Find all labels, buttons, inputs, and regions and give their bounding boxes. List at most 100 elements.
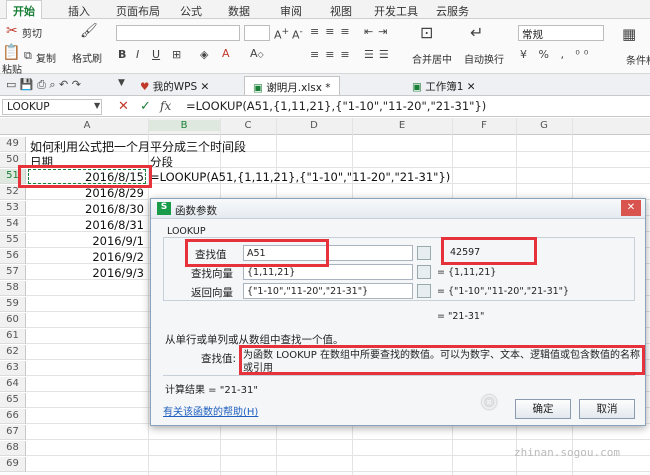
- date-cell[interactable]: 2016/8/30: [30, 202, 144, 216]
- dialog-title: 函数参数: [175, 205, 217, 217]
- row-header[interactable]: 49: [0, 137, 26, 152]
- ribbon-tab-bar: 开始 插入 页面布局 公式 数据 审阅 视图 开发工具 云服务: [0, 0, 650, 19]
- number-style-icons[interactable]: ¥ % ‚ ⁰⁰: [520, 48, 592, 61]
- watermark-logo-icon: ⊙: [480, 390, 499, 415]
- tab-data[interactable]: 数据: [228, 3, 250, 19]
- insert-function-icon[interactable]: fx: [160, 99, 171, 113]
- row-header[interactable]: 57: [0, 265, 26, 280]
- close-icon[interactable]: ✕: [621, 200, 641, 216]
- quick-access-icons[interactable]: ▭ 💾 ⎙ ⌕ ↶ ↷: [6, 78, 81, 92]
- watermark-text: zhinan.sogou.com: [514, 446, 620, 459]
- wps-sheet-icon: S: [157, 202, 171, 215]
- divider: [163, 375, 635, 376]
- row-header[interactable]: 55: [0, 233, 26, 248]
- wps-logo-icon: ♥: [140, 81, 150, 93]
- tab-workbook[interactable]: ▣ 工作簿1 ✕: [404, 76, 484, 95]
- close-icon[interactable]: ✕: [201, 81, 210, 93]
- row-header[interactable]: 56: [0, 249, 26, 264]
- segment-header-cell[interactable]: 分段: [150, 154, 173, 170]
- date-cell[interactable]: 2016/9/2: [30, 250, 144, 264]
- number-format-combo[interactable]: 常规: [518, 25, 604, 41]
- formula-bar: LOOKUP ▼ ✕ ✓ fx =LOOKUP(A51,{1,11,21},{"…: [0, 97, 650, 117]
- dropdown-icon[interactable]: ▼: [118, 78, 125, 88]
- confirm-icon[interactable]: ✓: [140, 99, 151, 114]
- fill-color-icon[interactable]: ◈: [200, 48, 208, 61]
- range-picker-icon[interactable]: [417, 284, 431, 298]
- formula-cell-b51[interactable]: =LOOKUP(A51,{1,11,21},{"1-10","11-20","2…: [150, 170, 450, 184]
- align-left-icons[interactable]: ≡≡≡: [310, 48, 356, 61]
- date-cell[interactable]: 2016/9/1: [30, 234, 144, 248]
- row-header[interactable]: 58: [0, 281, 26, 296]
- date-cell[interactable]: 2016/8/31: [30, 218, 144, 232]
- column-header[interactable]: E: [352, 120, 452, 131]
- paste-icon: 📋: [2, 43, 21, 61]
- tab-my-wps[interactable]: ♥ 我的WPS ✕: [132, 76, 217, 95]
- font-color-icon[interactable]: A: [222, 47, 230, 60]
- row-header[interactable]: 60: [0, 313, 26, 328]
- bold-icon[interactable]: B: [118, 48, 126, 61]
- tab-home[interactable]: 开始: [6, 0, 42, 19]
- tab-cloud[interactable]: 云服务: [436, 3, 469, 19]
- range-picker-icon[interactable]: [417, 265, 431, 279]
- row-header[interactable]: 65: [0, 393, 26, 408]
- copy-button[interactable]: 复制: [36, 50, 56, 65]
- row-header[interactable]: 66: [0, 409, 26, 424]
- name-box[interactable]: LOOKUP: [2, 99, 102, 115]
- grow-font-icon[interactable]: A+: [274, 26, 289, 42]
- row-header[interactable]: 67: [0, 425, 26, 440]
- tab-developer[interactable]: 开发工具: [374, 3, 418, 19]
- column-header[interactable]: G: [516, 120, 572, 131]
- shrink-font-icon[interactable]: A-: [292, 26, 303, 42]
- align-top-icons[interactable]: ≡≡≡: [310, 25, 356, 38]
- cut-button[interactable]: 剪切: [22, 25, 42, 40]
- italic-icon[interactable]: I: [136, 48, 139, 61]
- row-header[interactable]: 61: [0, 329, 26, 344]
- wrap-text-icon: ↵: [470, 23, 484, 42]
- range-picker-icon[interactable]: [417, 246, 431, 260]
- border-icon[interactable]: ⊞: [172, 48, 181, 61]
- merge-center-button[interactable]: 合并居中: [412, 51, 452, 66]
- column-header[interactable]: F: [452, 120, 516, 131]
- highlight-box: [441, 237, 537, 265]
- row-header[interactable]: 68: [0, 441, 26, 456]
- column-header[interactable]: A: [26, 120, 148, 131]
- tab-insert[interactable]: 插入: [68, 3, 90, 19]
- help-link[interactable]: 有关该函数的帮助(H): [163, 403, 258, 418]
- column-header[interactable]: D: [276, 120, 352, 131]
- tab-file-active[interactable]: ▣ 谢明月.xlsx *: [244, 76, 340, 95]
- close-icon[interactable]: ✕: [467, 81, 476, 93]
- column-header[interactable]: C: [220, 120, 276, 131]
- distribute-icons[interactable]: ☰☰: [364, 48, 394, 61]
- arg-result-result-vector: = {"1-10","11-20","21-31"}: [437, 286, 570, 297]
- sheet-title-cell[interactable]: 如何利用公式把一个月平分成三个时间段: [30, 138, 246, 155]
- wrap-text-button[interactable]: 自动换行: [464, 51, 504, 66]
- row-header[interactable]: 62: [0, 345, 26, 360]
- format-painter-button[interactable]: 格式刷: [72, 50, 102, 65]
- arg-input-result-vector[interactable]: {"1-10","11-20","21-31"}: [243, 283, 413, 299]
- tab-page-layout[interactable]: 页面布局: [116, 3, 160, 19]
- underline-icon[interactable]: U: [152, 48, 160, 61]
- ok-button[interactable]: 确定: [515, 399, 571, 419]
- tab-review[interactable]: 审阅: [280, 3, 302, 19]
- row-header[interactable]: 53: [0, 201, 26, 216]
- row-header[interactable]: 63: [0, 361, 26, 376]
- row-header[interactable]: 59: [0, 297, 26, 312]
- formula-input[interactable]: =LOOKUP(A51,{1,11,21},{"1-10","11-20","2…: [186, 99, 486, 113]
- row-header[interactable]: 69: [0, 457, 26, 472]
- row-header[interactable]: 54: [0, 217, 26, 232]
- indent-icons[interactable]: ⇤⇥: [364, 25, 392, 38]
- column-header[interactable]: B: [148, 120, 220, 131]
- font-name-combo[interactable]: [116, 25, 240, 41]
- cancel-button[interactable]: 取消: [579, 399, 635, 419]
- date-cell[interactable]: 2016/9/3: [30, 266, 144, 280]
- tab-view[interactable]: 视图: [330, 3, 352, 19]
- clear-format-icon[interactable]: A◇: [250, 47, 264, 60]
- row-header[interactable]: 64: [0, 377, 26, 392]
- font-size-combo[interactable]: [244, 25, 270, 41]
- tab-formulas[interactable]: 公式: [180, 3, 202, 19]
- date-cell[interactable]: 2016/8/29: [30, 186, 144, 200]
- highlight-box: [239, 345, 645, 375]
- cancel-icon[interactable]: ✕: [118, 99, 129, 114]
- name-box-dropdown-icon[interactable]: ▼: [94, 101, 100, 110]
- conditional-format-button[interactable]: 条件格: [626, 52, 650, 67]
